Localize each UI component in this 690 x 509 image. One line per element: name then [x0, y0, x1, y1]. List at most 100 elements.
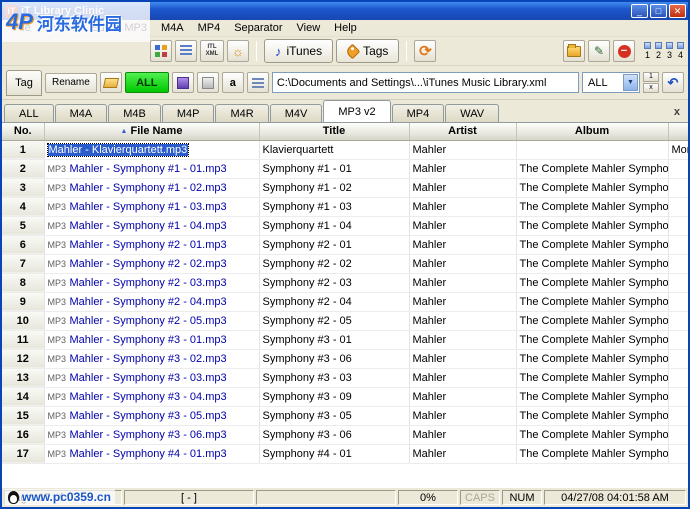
file-name-cell[interactable]: MP3Mahler - Symphony #2 - 05.mp3: [44, 311, 259, 330]
gray-filter-button[interactable]: [197, 72, 219, 93]
page-number-1[interactable]: 1: [644, 42, 651, 60]
title-cell[interactable]: Symphony #3 - 09: [259, 387, 409, 406]
album-cell[interactable]: [516, 140, 668, 159]
table-row[interactable]: 11MP3Mahler - Symphony #3 - 01.mp3Sympho…: [2, 330, 688, 349]
minimize-button[interactable]: _: [631, 4, 648, 18]
album-cell[interactable]: The Complete Mahler Symphonies: [516, 292, 668, 311]
column-header-file-name[interactable]: ▲File Name: [44, 123, 259, 140]
page-number-4[interactable]: 4: [677, 42, 684, 60]
edit-tools-button[interactable]: ✎: [588, 40, 610, 62]
album-cell[interactable]: The Complete Mahler Symphonies: [516, 197, 668, 216]
folder-button[interactable]: [563, 40, 585, 62]
title-cell[interactable]: Symphony #2 - 03: [259, 273, 409, 292]
close-button[interactable]: ✕: [669, 4, 686, 18]
file-name-cell[interactable]: Mahler - Klavierquartett.mp3: [44, 140, 259, 159]
title-cell[interactable]: Symphony #1 - 04: [259, 216, 409, 235]
album-cell[interactable]: The Complete Mahler Symphonies: [516, 273, 668, 292]
album-cell[interactable]: The Complete Mahler Symphonies: [516, 444, 668, 463]
album-cell[interactable]: The Complete Mahler Symphonies: [516, 387, 668, 406]
column-header-artist[interactable]: Artist: [409, 123, 516, 140]
title-cell[interactable]: Symphony #3 - 06: [259, 425, 409, 444]
title-cell[interactable]: Symphony #3 - 06: [259, 349, 409, 368]
tab-m4p[interactable]: M4P: [162, 104, 215, 122]
menu-item-file[interactable]: File: [6, 21, 38, 35]
artist-cell[interactable]: Mahler: [409, 387, 516, 406]
artist-cell[interactable]: Mahler: [409, 406, 516, 425]
tags-button[interactable]: Tags: [336, 39, 399, 63]
list-view-toolbar-button[interactable]: [175, 40, 197, 62]
file-name-cell[interactable]: MP3Mahler - Symphony #3 - 04.mp3: [44, 387, 259, 406]
extra-cell[interactable]: [668, 178, 688, 197]
album-cell[interactable]: The Complete Mahler Symphonies: [516, 311, 668, 330]
menu-item-m4a[interactable]: M4A: [154, 21, 191, 35]
extra-cell[interactable]: [668, 197, 688, 216]
album-cell[interactable]: The Complete Mahler Symphonies: [516, 254, 668, 273]
extra-cell[interactable]: [668, 216, 688, 235]
library-view-button[interactable]: [150, 40, 172, 62]
album-cell[interactable]: The Complete Mahler Symphonies: [516, 159, 668, 178]
options-button[interactable]: ☼: [227, 40, 249, 62]
artist-cell[interactable]: Mahler: [409, 311, 516, 330]
itunes-button[interactable]: ♪ iTunes: [264, 39, 333, 63]
extra-cell[interactable]: [668, 330, 688, 349]
extra-cell[interactable]: [668, 311, 688, 330]
album-cell[interactable]: The Complete Mahler Symphonies: [516, 368, 668, 387]
file-name-cell[interactable]: MP3Mahler - Symphony #1 - 02.mp3: [44, 178, 259, 197]
file-name-cell[interactable]: MP3Mahler - Symphony #1 - 01.mp3: [44, 159, 259, 178]
title-cell[interactable]: Symphony #2 - 01: [259, 235, 409, 254]
tab-m4a[interactable]: M4A: [55, 104, 108, 122]
column-header-title[interactable]: Title: [259, 123, 409, 140]
column-header-no[interactable]: No.: [2, 123, 44, 140]
file-name-cell[interactable]: MP3Mahler - Symphony #2 - 02.mp3: [44, 254, 259, 273]
table-row[interactable]: 9MP3Mahler - Symphony #2 - 04.mp3Symphon…: [2, 292, 688, 311]
extra-cell[interactable]: [668, 254, 688, 273]
file-name-cell[interactable]: MP3Mahler - Symphony #3 - 05.mp3: [44, 406, 259, 425]
title-cell[interactable]: Symphony #2 - 05: [259, 311, 409, 330]
menu-item-mp3[interactable]: MP3: [117, 21, 154, 35]
tab-mp4[interactable]: MP4: [392, 104, 445, 122]
file-name-cell[interactable]: MP3Mahler - Symphony #3 - 03.mp3: [44, 368, 259, 387]
filter-dropdown[interactable]: ALL ▼: [582, 72, 640, 93]
clear-button[interactable]: x: [643, 83, 659, 93]
extra-cell[interactable]: [668, 292, 688, 311]
open-folder-button[interactable]: [100, 72, 122, 93]
extra-cell[interactable]: [668, 387, 688, 406]
extra-cell[interactable]: [668, 444, 688, 463]
album-cell[interactable]: The Complete Mahler Symphonies: [516, 330, 668, 349]
extra-cell[interactable]: [668, 349, 688, 368]
page-number-3[interactable]: 3: [666, 42, 673, 60]
file-name-cell[interactable]: MP3Mahler - Symphony #1 - 04.mp3: [44, 216, 259, 235]
table-row[interactable]: 10MP3Mahler - Symphony #2 - 05.mp3Sympho…: [2, 311, 688, 330]
album-cell[interactable]: The Complete Mahler Symphonies: [516, 178, 668, 197]
artist-cell[interactable]: Mahler: [409, 254, 516, 273]
title-cell[interactable]: Symphony #3 - 01: [259, 330, 409, 349]
album-cell[interactable]: The Complete Mahler Symphonies: [516, 216, 668, 235]
tab-m4b[interactable]: M4B: [108, 104, 161, 122]
artist-cell[interactable]: Mahler: [409, 273, 516, 292]
album-cell[interactable]: The Complete Mahler Symphonies: [516, 406, 668, 425]
album-cell[interactable]: The Complete Mahler Symphonies: [516, 235, 668, 254]
refresh-button[interactable]: ⟳: [414, 40, 436, 62]
undo-button[interactable]: ↶: [662, 72, 684, 93]
extra-cell[interactable]: [668, 235, 688, 254]
title-cell[interactable]: Symphony #1 - 01: [259, 159, 409, 178]
title-cell[interactable]: Symphony #2 - 04: [259, 292, 409, 311]
title-bar[interactable]: iT iT Library Clinic _ □ ✕: [2, 2, 688, 20]
extra-cell[interactable]: [668, 425, 688, 444]
menu-item-edit[interactable]: Edit: [84, 21, 117, 35]
file-name-cell[interactable]: MP3Mahler - Symphony #4 - 01.mp3: [44, 444, 259, 463]
file-name-cell[interactable]: MP3Mahler - Symphony #3 - 01.mp3: [44, 330, 259, 349]
table-row[interactable]: 13MP3Mahler - Symphony #3 - 03.mp3Sympho…: [2, 368, 688, 387]
menu-item-help[interactable]: Help: [327, 21, 364, 35]
artist-cell[interactable]: Mahler: [409, 216, 516, 235]
table-row[interactable]: 7MP3Mahler - Symphony #2 - 02.mp3Symphon…: [2, 254, 688, 273]
title-cell[interactable]: Symphony #1 - 03: [259, 197, 409, 216]
file-name-cell[interactable]: MP3Mahler - Symphony #2 - 01.mp3: [44, 235, 259, 254]
menu-item-mp4[interactable]: MP4: [191, 21, 228, 35]
column-header-extra[interactable]: [668, 123, 688, 140]
tab-strip-close-button[interactable]: x: [668, 106, 686, 122]
table-row[interactable]: 17MP3Mahler - Symphony #4 - 01.mp3Sympho…: [2, 444, 688, 463]
table-row[interactable]: 1Mahler - Klavierquartett.mp3Klavierquar…: [2, 140, 688, 159]
artist-cell[interactable]: Mahler: [409, 140, 516, 159]
title-cell[interactable]: Klavierquartett: [259, 140, 409, 159]
